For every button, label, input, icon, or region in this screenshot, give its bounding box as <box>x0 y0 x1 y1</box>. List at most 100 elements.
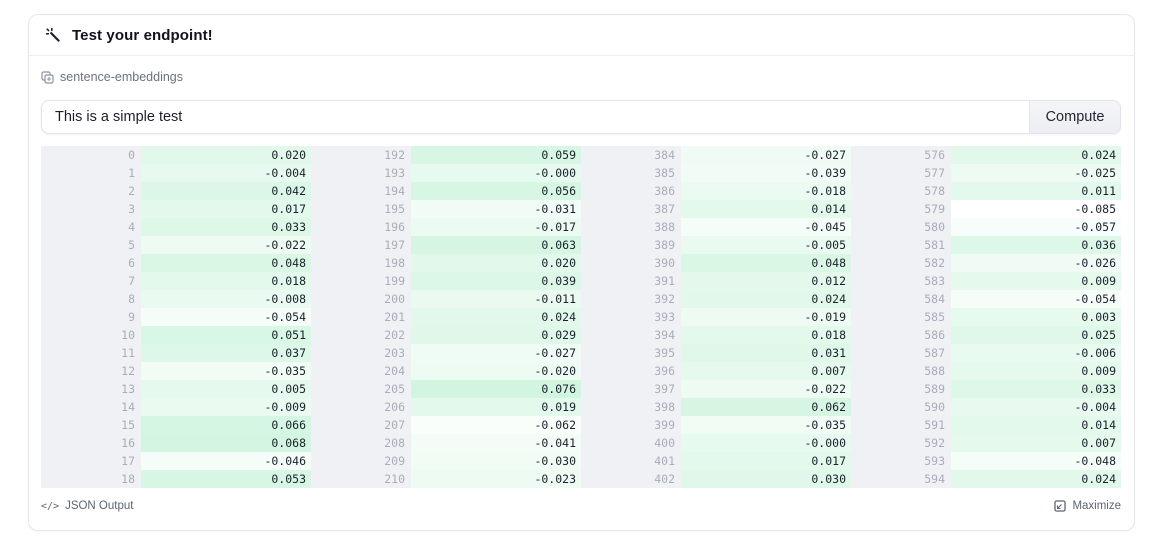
embedding-index-cell: 393 <box>581 308 681 326</box>
embedding-index-cell: 577 <box>851 164 951 182</box>
embedding-value-cell: 0.066 <box>141 416 311 434</box>
embedding-index-cell: 207 <box>311 416 411 434</box>
embedding-index-cell: 16 <box>41 434 141 452</box>
embedding-index-cell: 204 <box>311 362 411 380</box>
widget-footer: </> JSON Output Maximize <box>29 500 1134 530</box>
embedding-index-cell: 587 <box>851 344 951 362</box>
embedding-value-cell: 0.048 <box>141 254 311 272</box>
embedding-index-cell: 0 <box>41 146 141 164</box>
embeddings-output-table[interactable]: 00.0201920.059384-0.0275760.0241-0.00419… <box>41 146 1121 488</box>
embedding-index-cell: 395 <box>581 344 681 362</box>
embedding-value-cell: -0.025 <box>951 164 1121 182</box>
embedding-value-cell: -0.027 <box>411 344 581 362</box>
embedding-index-cell: 392 <box>581 290 681 308</box>
embedding-value-cell: -0.018 <box>681 182 851 200</box>
embedding-value-cell: 0.024 <box>951 146 1121 164</box>
embedding-index-cell: 592 <box>851 434 951 452</box>
model-icon <box>41 71 54 84</box>
embedding-value-cell: 0.039 <box>411 272 581 290</box>
embedding-value-cell: 0.063 <box>411 236 581 254</box>
embedding-index-cell: 400 <box>581 434 681 452</box>
embedding-index-cell: 205 <box>311 380 411 398</box>
embedding-value-cell: -0.000 <box>681 434 851 452</box>
embedding-index-cell: 588 <box>851 362 951 380</box>
embedding-index-cell: 14 <box>41 398 141 416</box>
embedding-index-cell: 397 <box>581 380 681 398</box>
embedding-value-cell: 0.062 <box>681 398 851 416</box>
embedding-index-cell: 386 <box>581 182 681 200</box>
embedding-value-cell: 0.018 <box>681 326 851 344</box>
embedding-value-cell: -0.041 <box>411 434 581 452</box>
embedding-value-cell: 0.024 <box>681 290 851 308</box>
query-input[interactable] <box>42 101 1029 133</box>
embedding-index-cell: 394 <box>581 326 681 344</box>
embedding-index-cell: 196 <box>311 218 411 236</box>
embedding-value-cell: -0.035 <box>141 362 311 380</box>
embedding-value-cell: -0.031 <box>411 200 581 218</box>
embedding-value-cell: 0.020 <box>141 146 311 164</box>
widget-body: sentence-embeddings Compute 00.0201920.0… <box>29 56 1134 500</box>
embedding-index-cell: 9 <box>41 308 141 326</box>
code-icon: </> <box>41 501 59 512</box>
embedding-index-cell: 18 <box>41 470 141 488</box>
embedding-value-cell: 0.056 <box>411 182 581 200</box>
embedding-index-cell: 195 <box>311 200 411 218</box>
embedding-index-cell: 583 <box>851 272 951 290</box>
embedding-value-cell: 0.014 <box>951 416 1121 434</box>
embedding-value-cell: 0.005 <box>141 380 311 398</box>
embedding-index-cell: 582 <box>851 254 951 272</box>
embedding-index-cell: 576 <box>851 146 951 164</box>
embedding-value-cell: -0.011 <box>411 290 581 308</box>
embedding-index-cell: 11 <box>41 344 141 362</box>
json-output-toggle[interactable]: </> JSON Output <box>41 500 133 512</box>
embedding-value-cell: -0.035 <box>681 416 851 434</box>
embedding-value-cell: -0.023 <box>411 470 581 488</box>
endpoint-test-widget: Test your endpoint! sentence-embeddings … <box>28 14 1135 531</box>
embedding-value-cell: 0.014 <box>681 200 851 218</box>
embedding-value-cell: -0.019 <box>681 308 851 326</box>
embedding-index-cell: 201 <box>311 308 411 326</box>
embedding-value-cell: 0.024 <box>411 308 581 326</box>
maximize-button[interactable]: Maximize <box>1054 500 1121 512</box>
embedding-index-cell: 12 <box>41 362 141 380</box>
embedding-value-cell: -0.020 <box>411 362 581 380</box>
embedding-value-cell: 0.017 <box>681 452 851 470</box>
compute-button[interactable]: Compute <box>1029 101 1120 133</box>
embedding-value-cell: 0.068 <box>141 434 311 452</box>
embedding-index-cell: 6 <box>41 254 141 272</box>
embedding-index-cell: 584 <box>851 290 951 308</box>
maximize-label: Maximize <box>1072 500 1121 512</box>
embedding-index-cell: 200 <box>311 290 411 308</box>
embedding-index-cell: 384 <box>581 146 681 164</box>
embedding-index-cell: 590 <box>851 398 951 416</box>
embedding-index-cell: 210 <box>311 470 411 488</box>
embedding-index-cell: 203 <box>311 344 411 362</box>
embedding-index-cell: 13 <box>41 380 141 398</box>
embedding-index-cell: 202 <box>311 326 411 344</box>
embedding-index-cell: 402 <box>581 470 681 488</box>
embedding-value-cell: 0.007 <box>951 434 1121 452</box>
embedding-value-cell: -0.062 <box>411 416 581 434</box>
embedding-value-cell: 0.030 <box>681 470 851 488</box>
embedding-value-cell: -0.057 <box>951 218 1121 236</box>
embedding-value-cell: -0.085 <box>951 200 1121 218</box>
embedding-index-cell: 197 <box>311 236 411 254</box>
embedding-value-cell: -0.005 <box>681 236 851 254</box>
embedding-value-cell: 0.033 <box>951 380 1121 398</box>
embedding-value-cell: -0.006 <box>951 344 1121 362</box>
embedding-value-cell: -0.054 <box>951 290 1121 308</box>
embedding-value-cell: 0.051 <box>141 326 311 344</box>
embedding-value-cell: 0.053 <box>141 470 311 488</box>
embedding-index-cell: 391 <box>581 272 681 290</box>
embedding-value-cell: 0.076 <box>411 380 581 398</box>
embedding-value-cell: 0.029 <box>411 326 581 344</box>
widget-header: Test your endpoint! <box>29 15 1134 56</box>
embedding-value-cell: 0.017 <box>141 200 311 218</box>
embedding-value-cell: -0.026 <box>951 254 1121 272</box>
embedding-value-cell: -0.022 <box>681 380 851 398</box>
model-link[interactable]: sentence-embeddings <box>41 70 183 84</box>
embedding-index-cell: 385 <box>581 164 681 182</box>
embedding-value-cell: -0.039 <box>681 164 851 182</box>
embedding-value-cell: 0.007 <box>681 362 851 380</box>
embedding-value-cell: 0.011 <box>951 182 1121 200</box>
